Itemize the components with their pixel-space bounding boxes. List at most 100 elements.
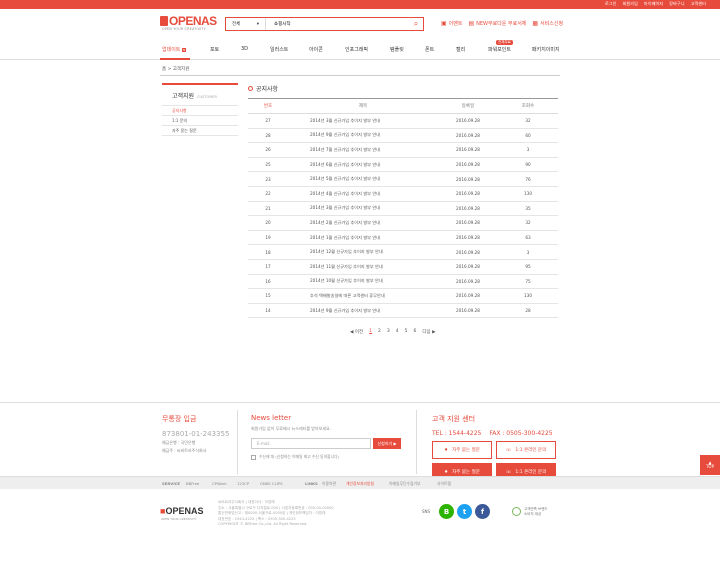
online-inquiry-button[interactable]: ☏ 1:1 온라인 문의 <box>496 441 556 459</box>
nav-icon[interactable]: 아이콘 <box>309 46 323 53</box>
nav-infographic[interactable]: 인포그래픽 <box>345 46 368 53</box>
newsletter-subscribe-button[interactable]: 신청하기 ▶ <box>373 438 401 449</box>
row-subject[interactable]: 2014년 2월 신규가입 추이지 발부 안내 <box>288 215 438 231</box>
nav-template[interactable]: 템플릿 <box>390 46 404 53</box>
service-request-link[interactable]: ▦ 서비스신청 <box>532 20 563 27</box>
table-row[interactable]: 17 2014년 11월 신규가입 추이지 발부 안내 2016.09.28 95 <box>248 259 558 275</box>
row-subject[interactable]: 추석 택배발송일에 따른 고객센터 휴무안내 <box>288 288 438 304</box>
row-subject[interactable]: 2014년 6월 신규가입 추이지 발부 안내 <box>288 157 438 173</box>
table-body: 27 2014년 3월 신규가입 추이지 발부 안내 2016.09.28 32 28 2… <box>248 113 558 319</box>
nav-package[interactable]: 패키지이미지 <box>532 46 560 53</box>
login-link[interactable]: 로그인 <box>605 1 617 7</box>
row-date: 2016.09.28 <box>438 113 498 129</box>
nav-powerpoint[interactable]: 전체무료 파워포인트 <box>488 40 513 53</box>
row-subject[interactable]: 2014년 9월 신규가입 추이지 발부 안내 <box>288 128 438 144</box>
award-badge: 고객만족 브랜드 소비자 대상 <box>512 507 548 516</box>
page-2[interactable]: 2 <box>378 329 381 335</box>
twitter-icon[interactable]: t <box>457 504 473 519</box>
row-number: 16 <box>248 274 288 290</box>
table-row[interactable]: 14 2014년 9월 신규가입 추이지 발부 안내 2016.09.28 28 <box>248 303 558 319</box>
table-row[interactable]: 22 2014년 4월 신규가입 추이지 발부 안내 2016.09.28 130 <box>248 186 558 202</box>
nav-photo[interactable]: 포토 <box>210 46 219 53</box>
nav-3d[interactable]: 3D <box>241 46 248 52</box>
newsletter-email-input[interactable]: E-mail <box>251 438 371 449</box>
search-category-select[interactable]: 전체 ▾ <box>226 18 266 30</box>
cs-link[interactable]: 고객센터 <box>691 1 706 7</box>
row-subject[interactable]: 2014년 3월 신규가입 추이지 발부 안내 <box>288 201 438 217</box>
row-subject[interactable]: 2014년 7월 신규가입 추이지 발부 안내 <box>288 142 438 158</box>
row-subject[interactable]: 2014년 5월 신규가입 추이지 발부 안내 <box>288 171 438 187</box>
service-link-bbfree[interactable]: BBFree <box>186 481 199 486</box>
nav-update[interactable]: 업데이트 N <box>162 46 187 53</box>
row-subject[interactable]: 2014년 11월 신규가입 추이지 발부 안내 <box>288 259 438 275</box>
page-5[interactable]: 5 <box>405 329 408 335</box>
notice-table: 번호 제목 등록일 조회수 27 2014년 3월 신규가입 추이지 발부 안내 2… <box>248 98 558 319</box>
prev-page-button[interactable]: ◀ 이전 <box>350 329 363 335</box>
faq-label: 자주 묻는 질문 <box>452 470 480 475</box>
side-list: 공지사항 1:1 문의 자주 묻는 질문 <box>162 105 238 136</box>
page-1[interactable]: 1 <box>369 329 372 335</box>
table-row[interactable]: 21 2014년 3월 신규가입 추이지 발부 안내 2016.09.28 35 <box>248 201 558 217</box>
table-row[interactable]: 26 2014년 7월 신규가입 추이지 발부 안내 2016.09.28 3 <box>248 142 558 158</box>
side-item-inquiry[interactable]: 1:1 문의 <box>162 115 238 125</box>
cart-link[interactable]: 장바구니 <box>669 1 684 7</box>
link-email-refuse[interactable]: 이메일무단수집거부 <box>389 481 420 487</box>
table-row[interactable]: 15 추석 택배발송일에 따른 고객센터 휴무안내 2016.09.28 130 <box>248 288 558 304</box>
row-number: 25 <box>248 157 288 173</box>
search-input[interactable] <box>266 18 409 30</box>
agree-checkbox[interactable] <box>251 454 256 460</box>
page-4[interactable]: 4 <box>396 329 399 335</box>
nav-calli[interactable]: 캘리 <box>456 46 465 53</box>
row-subject[interactable]: 2014년 10월 신규가입 추이지 발부 안내 <box>288 274 438 290</box>
table-row[interactable]: 25 2014년 6월 신규가입 추이지 발부 안내 2016.09.28 90 <box>248 157 558 173</box>
row-number: 17 <box>248 259 288 275</box>
link-privacy[interactable]: 개인정보처리방침 <box>346 481 374 487</box>
row-subject[interactable]: 2014년 9월 신규가입 추이지 발부 안내 <box>288 303 438 319</box>
row-date: 2016.09.28 <box>438 157 498 173</box>
table-row[interactable]: 16 2014년 10월 신규가입 추이지 발부 안내 2016.09.28 75 <box>248 274 558 290</box>
table-row[interactable]: 18 2014년 12월 신규가입 추이지 발부 안내 2016.09.28 3 <box>248 244 558 260</box>
blog-icon[interactable]: B <box>439 504 455 519</box>
newsletter: News letter 회원가입 없이 무료배시 뉴스레터를 받아보세요. E-… <box>251 414 401 460</box>
side-item-notice[interactable]: 공지사항 <box>162 105 238 115</box>
service-link-cpwork[interactable]: CPWork <box>212 481 227 486</box>
page-6[interactable]: 6 <box>414 329 417 335</box>
row-subject[interactable]: 2014년 3월 신규가입 추이지 발부 안내 <box>288 113 438 129</box>
footer-logo[interactable]: ■OPENAS <box>160 506 203 516</box>
table-row[interactable]: 27 2014년 3월 신규가입 추이지 발부 안내 2016.09.28 32 <box>248 113 558 129</box>
footer-logo-tagline: OPEN YOUR CREATIVITY <box>161 517 197 521</box>
sns-links: SNS B t f <box>422 504 491 519</box>
mypage-link[interactable]: 마이페이지 <box>644 1 663 7</box>
row-subject[interactable]: 2014년 4월 신규가입 추이지 발부 안내 <box>288 186 438 202</box>
event-link[interactable]: ▣ 이벤트 <box>441 20 462 27</box>
page-3[interactable]: 3 <box>387 329 390 335</box>
link-sitemap[interactable]: 사이트맵 <box>437 481 451 487</box>
newsletter-agree[interactable]: 수신에 대 (신청하는 이메일 최고 수신 동의합니다) <box>251 454 401 460</box>
table-row[interactable]: 20 2014년 2월 신규가입 추이지 발부 안내 2016.09.28 32 <box>248 215 558 231</box>
free-badge: 전체무료 <box>496 40 513 45</box>
next-page-button[interactable]: 다음 ▶ <box>422 329 435 335</box>
nav-font[interactable]: 폰트 <box>425 46 434 53</box>
headset-icon: ▦ <box>532 20 539 27</box>
signup-link[interactable]: 회원가입 <box>622 1 637 7</box>
scroll-top-button[interactable]: ▲ TOP <box>700 455 720 475</box>
table-row[interactable]: 28 2014년 9월 신규가입 추이지 발부 안내 2016.09.28 60 <box>248 128 558 144</box>
table-row[interactable]: 23 2014년 5월 신규가입 추이지 발부 안내 2016.09.28 76 <box>248 171 558 187</box>
row-date: 2016.09.28 <box>438 171 498 187</box>
free-download-link[interactable]: ▤ NEW무료다운 무료서체 <box>468 20 526 27</box>
row-date: 2016.09.28 <box>438 274 498 290</box>
table-row[interactable]: 19 2014년 1월 신규가입 추이지 발부 안내 2016.09.28 63 <box>248 230 558 246</box>
service-link-onek[interactable]: ONEK CLIPS <box>260 481 283 486</box>
link-terms[interactable]: 이용약관 <box>322 481 336 487</box>
search-icon[interactable]: ⌕ <box>409 19 423 29</box>
service-label: SERVICE <box>162 481 180 486</box>
facebook-icon[interactable]: f <box>475 504 491 519</box>
mic-icon: ♦ <box>444 447 449 453</box>
site-logo[interactable]: OPENAS OPEN YOUR CREATIVITY <box>160 14 220 34</box>
faq-button[interactable]: ♦ 자주 묻는 질문 <box>432 441 492 459</box>
service-link-123cp[interactable]: 123CP <box>237 481 249 486</box>
nav-illust[interactable]: 일러스트 <box>270 46 288 53</box>
side-item-faq[interactable]: 자주 묻는 질문 <box>162 125 238 135</box>
row-subject[interactable]: 2014년 12월 신규가입 추이지 발부 안내 <box>288 244 438 260</box>
row-subject[interactable]: 2014년 1월 신규가입 추이지 발부 안내 <box>288 230 438 246</box>
